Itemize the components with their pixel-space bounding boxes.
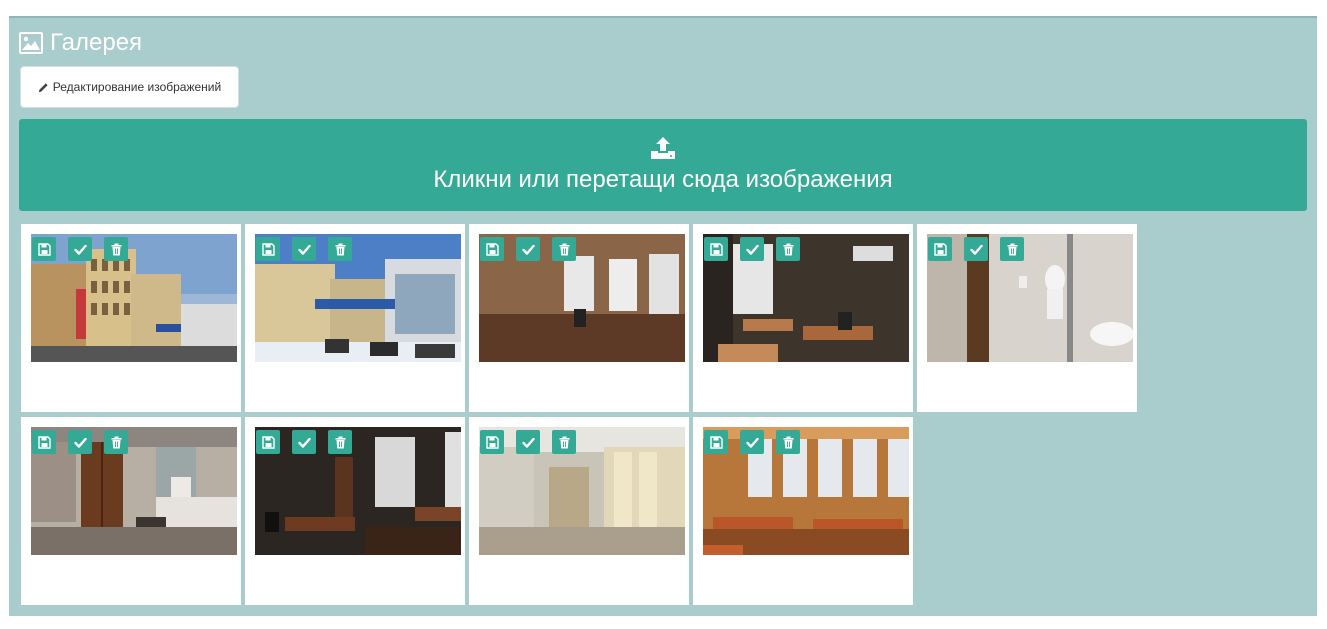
save-button[interactable]: [704, 430, 728, 454]
save-icon: [485, 435, 499, 449]
image-icon: [19, 32, 43, 54]
trash-button[interactable]: [328, 237, 352, 261]
check-button[interactable]: [292, 237, 316, 261]
check-button[interactable]: [516, 430, 540, 454]
save-icon: [933, 242, 947, 256]
upload-dropzone[interactable]: Кликни или перетащи сюда изображения: [19, 119, 1307, 211]
save-button[interactable]: [32, 430, 56, 454]
save-button[interactable]: [32, 237, 56, 261]
trash-button[interactable]: [552, 430, 576, 454]
check-icon: [745, 436, 759, 449]
save-button[interactable]: [704, 237, 728, 261]
save-icon: [261, 435, 275, 449]
check-button[interactable]: [740, 430, 764, 454]
save-icon: [485, 242, 499, 256]
card-actions: [256, 430, 352, 454]
check-icon: [73, 436, 87, 449]
save-icon: [37, 435, 51, 449]
trash-icon: [1006, 243, 1019, 256]
gallery-card: [245, 224, 465, 412]
check-icon: [745, 243, 759, 256]
gallery-title-text: Галерея: [50, 29, 143, 56]
gallery-card: [21, 224, 241, 412]
gallery-title: Галерея: [19, 29, 142, 57]
card-actions: [480, 237, 576, 261]
gallery-card: [469, 224, 689, 412]
save-icon: [709, 242, 723, 256]
edit-images-label: Редактирование изображений: [52, 80, 222, 94]
card-actions: [32, 237, 128, 261]
save-button[interactable]: [928, 237, 952, 261]
pencil-icon: [38, 82, 49, 93]
trash-icon: [558, 243, 571, 256]
check-button[interactable]: [68, 430, 92, 454]
trash-button[interactable]: [328, 430, 352, 454]
trash-button[interactable]: [104, 430, 128, 454]
gallery-card: [21, 417, 241, 605]
check-button[interactable]: [516, 237, 540, 261]
save-button[interactable]: [480, 237, 504, 261]
check-icon: [73, 243, 87, 256]
card-actions: [32, 430, 128, 454]
save-button[interactable]: [480, 430, 504, 454]
check-button[interactable]: [964, 237, 988, 261]
save-button[interactable]: [256, 430, 280, 454]
trash-icon: [110, 243, 123, 256]
card-actions: [704, 237, 800, 261]
check-icon: [297, 243, 311, 256]
gallery-card: [469, 417, 689, 605]
card-actions: [928, 237, 1024, 261]
save-icon: [37, 242, 51, 256]
card-actions: [480, 430, 576, 454]
gallery-card: [693, 417, 913, 605]
save-icon: [709, 435, 723, 449]
check-button[interactable]: [292, 430, 316, 454]
check-icon: [969, 243, 983, 256]
trash-button[interactable]: [552, 237, 576, 261]
trash-button[interactable]: [776, 430, 800, 454]
card-actions: [704, 430, 800, 454]
save-icon: [261, 242, 275, 256]
gallery-panel: Галерея Редактирование изображений Кликн…: [9, 16, 1317, 616]
trash-icon: [782, 243, 795, 256]
trash-icon: [334, 436, 347, 449]
check-icon: [521, 243, 535, 256]
trash-icon: [558, 436, 571, 449]
check-button[interactable]: [68, 237, 92, 261]
check-icon: [521, 436, 535, 449]
trash-icon: [110, 436, 123, 449]
save-button[interactable]: [256, 237, 280, 261]
check-icon: [297, 436, 311, 449]
upload-icon: [650, 136, 676, 160]
edit-images-button[interactable]: Редактирование изображений: [20, 66, 239, 108]
dropzone-text: Кликни или перетащи сюда изображения: [433, 166, 893, 193]
trash-icon: [334, 243, 347, 256]
trash-button[interactable]: [776, 237, 800, 261]
card-actions: [256, 237, 352, 261]
trash-icon: [782, 436, 795, 449]
gallery-card: [245, 417, 465, 605]
gallery-card: [693, 224, 913, 412]
check-button[interactable]: [740, 237, 764, 261]
trash-button[interactable]: [104, 237, 128, 261]
gallery-card: [917, 224, 1137, 412]
trash-button[interactable]: [1000, 237, 1024, 261]
